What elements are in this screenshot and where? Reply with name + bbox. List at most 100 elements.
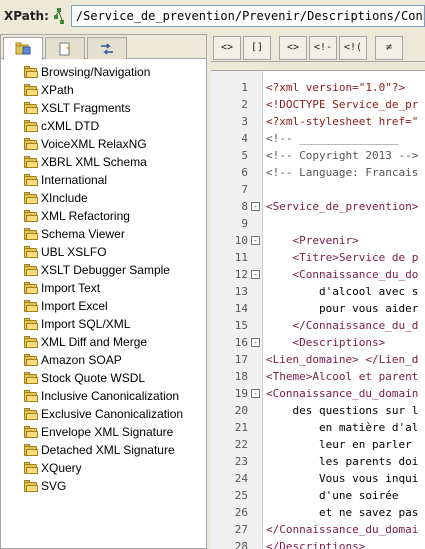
code-text: </Descriptions> xyxy=(266,540,366,549)
code-line[interactable]: 7 xyxy=(211,181,425,198)
project-tree-item[interactable]: Inclusive Canonicalization xyxy=(1,387,206,405)
code-text: <!-- _______________ xyxy=(266,132,399,145)
project-tree-item[interactable]: XInclude xyxy=(1,189,206,207)
code-line[interactable]: 2 <!DOCTYPE Service_de_pr xyxy=(211,96,425,113)
project-tree-item-label: Exclusive Canonicalization xyxy=(41,407,184,421)
project-panel: Browsing/Navigation XPath XSLT Fragments cX… xyxy=(0,34,207,549)
project-tree-item[interactable]: XSLT Fragments xyxy=(1,99,206,117)
code-line[interactable]: 12- <Connaissance_du_do xyxy=(211,266,425,283)
outline-icon xyxy=(59,42,70,55)
project-tree: Browsing/Navigation XPath XSLT Fragments cX… xyxy=(1,59,206,495)
folder-icon xyxy=(24,173,38,186)
project-tree-item-label: XInclude xyxy=(41,191,88,205)
line-number: 12 xyxy=(234,268,248,281)
code-line[interactable]: 4 <!-- _______________ xyxy=(211,130,425,147)
folder-icon xyxy=(24,83,38,96)
line-number: 10 xyxy=(234,234,248,247)
project-tree-item[interactable]: Exclusive Canonicalization xyxy=(1,405,206,423)
code-text: leur en parler xyxy=(266,438,412,451)
code-line[interactable]: 18 <Theme>Alcool et parent xyxy=(211,368,425,385)
editor-panel: <> [] <> <!- <!( ≠ 1 <?xml version="1.0"?… xyxy=(211,34,425,549)
project-tree-item[interactable]: VoiceXML RelaxNG xyxy=(1,135,206,153)
project-tree-item[interactable]: Detached XML Signature xyxy=(1,441,206,459)
fold-toggle-icon[interactable]: - xyxy=(251,202,260,211)
project-tree-item[interactable]: XPath xyxy=(1,81,206,99)
fold-toggle-icon[interactable]: - xyxy=(251,236,260,245)
insert-cdata-button[interactable]: <!( xyxy=(339,35,367,60)
project-tree-item[interactable]: International xyxy=(1,171,206,189)
code-line[interactable]: 6 <!-- Language: Francais xyxy=(211,164,425,181)
code-text: <!-- Language: Francais xyxy=(266,166,419,179)
code-line[interactable]: 9 xyxy=(211,215,425,232)
code-line[interactable]: 23 les parents doi xyxy=(211,453,425,470)
code-line[interactable]: 27 </Connaissance_du_domai xyxy=(211,521,425,538)
project-tree-item[interactable]: SVG xyxy=(1,477,206,495)
project-tree-item-label: Browsing/Navigation xyxy=(41,65,151,79)
folder-icon xyxy=(24,389,38,402)
project-tree-item[interactable]: cXML DTD xyxy=(1,117,206,135)
code-text: <!DOCTYPE Service_de_pr xyxy=(266,98,419,111)
xml-editor[interactable]: 1 <?xml version="1.0"?> 2 <!DOCTYPE Service… xyxy=(211,70,425,549)
code-line[interactable]: 28 </Descriptions> xyxy=(211,538,425,549)
folder-icon xyxy=(24,371,38,384)
code-text: des questions sur l xyxy=(266,404,419,417)
code-line[interactable]: 11 <Titre>Service de p xyxy=(211,249,425,266)
insert-comment-button[interactable]: <!- xyxy=(309,35,337,60)
code-line[interactable]: 8- <Service_de_prevention> xyxy=(211,198,425,215)
project-tree-item-label: Envelope XML Signature xyxy=(41,425,174,439)
project-tree-item[interactable]: Stock Quote WSDL xyxy=(1,369,206,387)
code-line[interactable]: 22 leur en parler xyxy=(211,436,425,453)
folder-icon xyxy=(24,209,38,222)
project-tree-item[interactable]: Import Text xyxy=(1,279,206,297)
format-button[interactable]: ≠ xyxy=(375,35,403,60)
code-line[interactable]: 15 </Connaissance_du_d xyxy=(211,317,425,334)
project-tree-item[interactable]: Schema Viewer xyxy=(1,225,206,243)
project-tree-item[interactable]: XML Refactoring xyxy=(1,207,206,225)
fold-toggle-icon[interactable]: - xyxy=(251,338,260,347)
code-line[interactable]: 14 pour vous aider xyxy=(211,300,425,317)
tab-outline[interactable] xyxy=(45,37,85,59)
folder-icon xyxy=(24,119,38,132)
xpath-input[interactable]: /Service_de_prevention/Prevenir/Descript… xyxy=(70,5,425,27)
line-number: 23 xyxy=(234,455,248,468)
project-tree-item-label: Import Excel xyxy=(41,299,108,313)
code-line[interactable]: 10- <Prevenir> xyxy=(211,232,425,249)
code-line[interactable]: 25 d'une soirée xyxy=(211,487,425,504)
code-line[interactable]: 1 <?xml version="1.0"?> xyxy=(211,79,425,96)
code-line[interactable]: 19- <Connaissance_du_domain xyxy=(211,385,425,402)
code-line[interactable]: 5 <!-- Copyright 2013 --> xyxy=(211,147,425,164)
project-tree-item-label: UBL XSLFO xyxy=(41,245,107,259)
code-line[interactable]: 17 <Lien_domaine> </Lien_d xyxy=(211,351,425,368)
code-line[interactable]: 24 Vous vous inqui xyxy=(211,470,425,487)
code-text: <?xml-stylesheet href=" xyxy=(266,115,419,128)
fold-toggle-icon[interactable]: - xyxy=(251,270,260,279)
project-tree-item[interactable]: XSLT Debugger Sample xyxy=(1,261,206,279)
tab-transform[interactable] xyxy=(87,37,127,59)
xpath-tree-icon[interactable] xyxy=(53,7,65,25)
fold-toggle-icon[interactable]: - xyxy=(251,389,260,398)
code-line[interactable]: 21 en matière d'al xyxy=(211,419,425,436)
project-tree-item[interactable]: Amazon SOAP xyxy=(1,351,206,369)
code-line[interactable]: 20 des questions sur l xyxy=(211,402,425,419)
project-tree-item[interactable]: Browsing/Navigation xyxy=(1,63,206,81)
code-text: Vous vous inqui xyxy=(266,472,419,485)
project-tree-item[interactable]: XML Diff and Merge xyxy=(1,333,206,351)
code-text: en matière d'al xyxy=(266,421,419,434)
project-tree-item[interactable]: XQuery xyxy=(1,459,206,477)
tag-view-button[interactable]: <> xyxy=(213,35,241,60)
split-tag-button[interactable]: [] xyxy=(243,35,271,60)
code-text: <Theme>Alcool et parent xyxy=(266,370,419,383)
project-tree-item-label: XPath xyxy=(41,83,74,97)
project-tree-item[interactable]: UBL XSLFO xyxy=(1,243,206,261)
insert-tag-button[interactable]: <> xyxy=(279,35,307,60)
code-line[interactable]: 16- <Descriptions> xyxy=(211,334,425,351)
code-line[interactable]: 3 <?xml-stylesheet href=" xyxy=(211,113,425,130)
project-tree-item[interactable]: Envelope XML Signature xyxy=(1,423,206,441)
project-tree-item[interactable]: Import SQL/XML xyxy=(1,315,206,333)
project-tree-item[interactable]: XBRL XML Schema xyxy=(1,153,206,171)
code-line[interactable]: 13 d'alcool avec s xyxy=(211,283,425,300)
project-tree-item[interactable]: Import Excel xyxy=(1,297,206,315)
code-line[interactable]: 26 et ne savez pas xyxy=(211,504,425,521)
tab-project[interactable] xyxy=(3,37,43,60)
project-tree-item-label: Stock Quote WSDL xyxy=(41,371,146,385)
